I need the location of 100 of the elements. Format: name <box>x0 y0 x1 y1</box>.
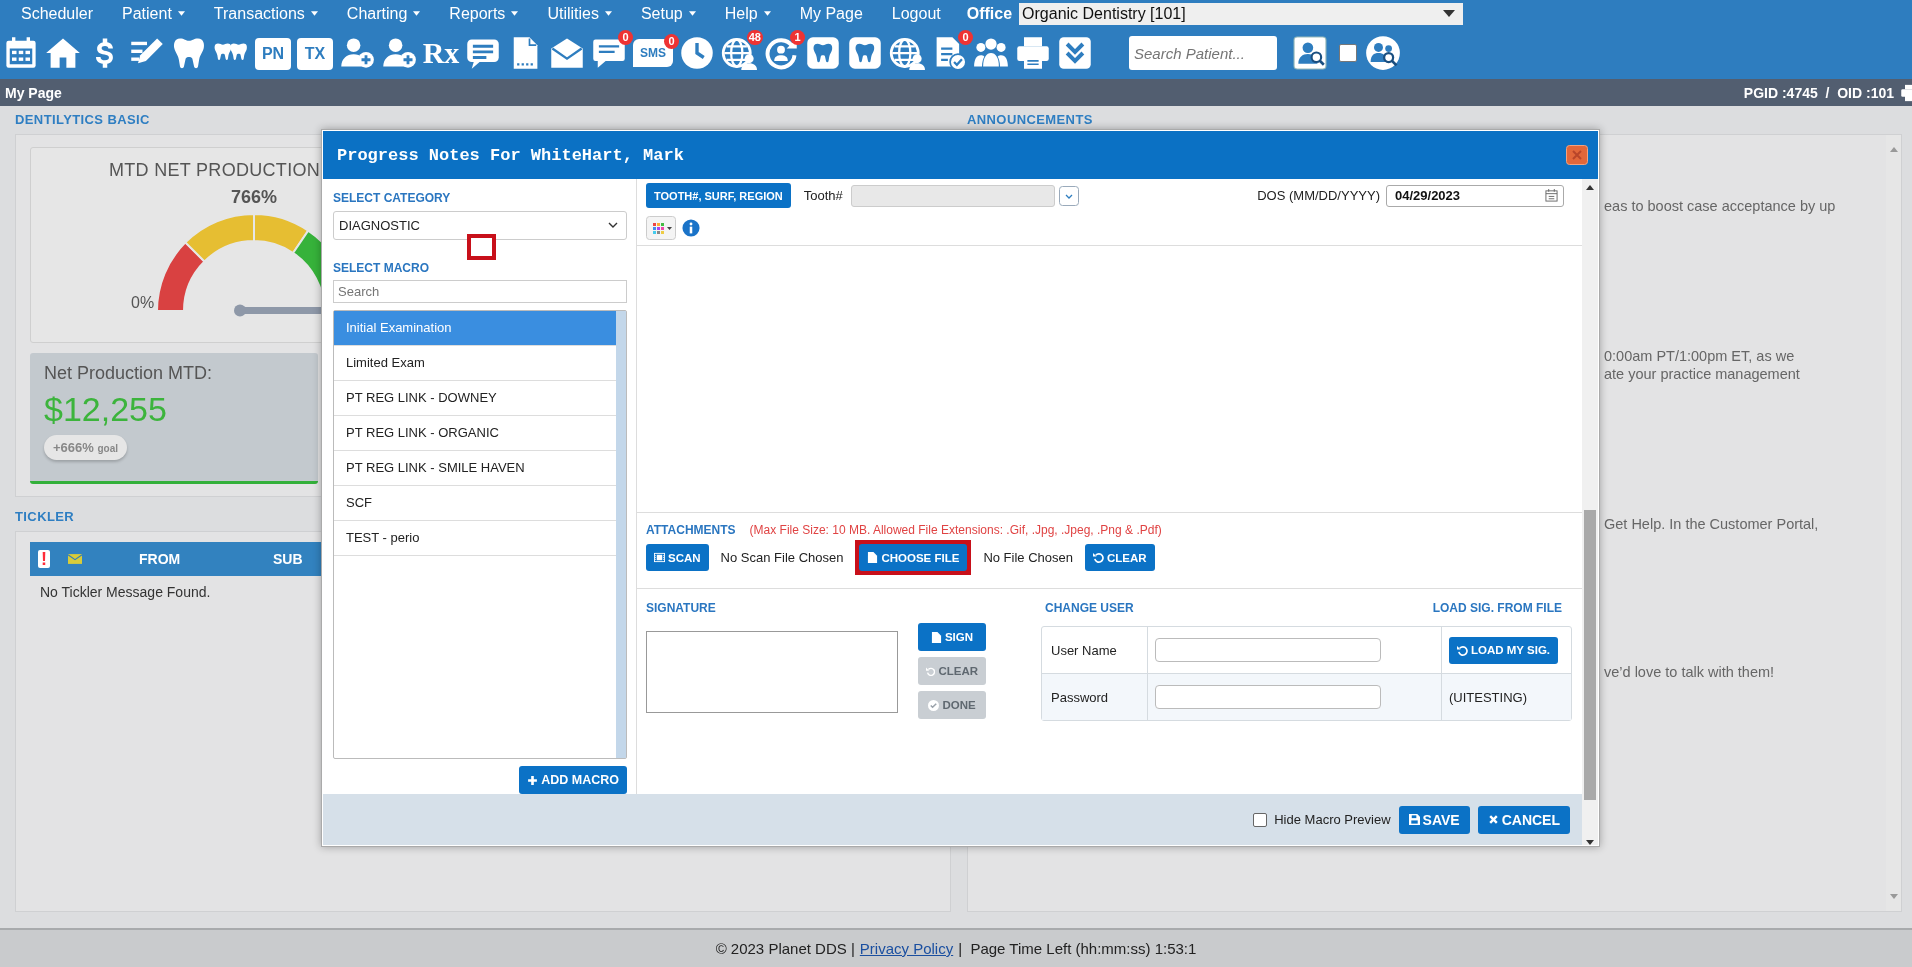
add-macro-button[interactable]: ADD MACRO <box>519 766 627 794</box>
section-heading: ANNOUNCEMENTS <box>967 112 1094 128</box>
menu-item[interactable]: Logout <box>891 4 941 23</box>
menu-item[interactable]: Setup <box>640 4 696 23</box>
scan-button[interactable]: SCAN <box>646 544 709 571</box>
scroll-up-icon[interactable] <box>1586 185 1594 190</box>
film-icon <box>654 552 665 563</box>
undo-icon <box>1457 644 1468 656</box>
caret-icon <box>511 11 519 16</box>
save-button[interactable]: SAVE <box>1398 805 1470 834</box>
letter-tile-icon[interactable]: TX <box>297 38 333 70</box>
refresh-icon[interactable] <box>763 35 799 71</box>
menu-item[interactable]: Charting <box>346 4 421 23</box>
section-label: SIGNATURE <box>646 601 717 615</box>
add-user-icon[interactable] <box>381 35 417 71</box>
printer-icon[interactable] <box>1015 35 1051 71</box>
info-icon[interactable] <box>682 219 700 237</box>
menu-item[interactable]: Patient <box>122 4 185 23</box>
input-field[interactable] <box>1155 685 1381 709</box>
attachment-note: (Max File Size: 10 MB. Allowed File Extensions: .Gif, .Jpg, .Jpeg, .Png & .Pdf) <box>749 523 1162 537</box>
dialog-title: Progress Notes For WhiteHart, Mark <box>337 145 684 165</box>
search-field[interactable]: Search <box>333 279 627 303</box>
caret-icon <box>688 11 696 16</box>
color-picker-button[interactable] <box>646 216 676 240</box>
tooth-field[interactable] <box>850 184 1055 207</box>
menu-item[interactable]: Help <box>724 4 771 23</box>
user-search-icon[interactable] <box>1293 36 1327 70</box>
signature-pad[interactable] <box>646 631 898 713</box>
announcement-text: 0:00am PT/1:00pm ET, as we ate your practice management <box>1604 347 1801 383</box>
gauge-label: 0% <box>131 294 155 311</box>
chevron-down-icon[interactable] <box>1057 35 1093 71</box>
calendar-icon[interactable] <box>3 35 39 71</box>
file-icon <box>867 552 879 563</box>
field-label: User Name <box>1051 642 1117 658</box>
caret-icon <box>604 11 612 16</box>
scroll-down-icon[interactable] <box>1586 840 1594 845</box>
menu-item[interactable]: My Page <box>799 4 863 23</box>
date-field[interactable]: 04/29/2023 <box>1386 184 1564 207</box>
scrollbar-thumb[interactable] <box>1584 510 1596 800</box>
column-header: SUB <box>272 551 303 567</box>
choose-file-button[interactable]: CHOOSE FILE <box>859 544 968 571</box>
group-search-icon[interactable] <box>1365 35 1401 71</box>
scrollbar[interactable] <box>616 310 626 759</box>
caret-icon <box>310 11 318 16</box>
input-field[interactable] <box>1155 638 1381 662</box>
metric-label: Net Production MTD: <box>44 363 214 385</box>
menu-item[interactable]: Reports <box>449 4 519 23</box>
menu-item[interactable]: Transactions <box>213 4 318 23</box>
load-signature-button[interactable]: LOAD MY SIG. <box>1449 636 1559 664</box>
office-label: Office <box>966 4 1013 23</box>
tooth-icon[interactable] <box>847 35 883 71</box>
macro-item[interactable]: Initial Examination <box>334 310 616 346</box>
sign-button[interactable]: SIGN <box>918 623 986 651</box>
close-icon[interactable] <box>1566 145 1588 165</box>
globe-icon[interactable] <box>889 35 925 71</box>
page-title: My Page <box>5 84 62 101</box>
caret-icon <box>763 11 771 16</box>
menu-item[interactable]: Utilities <box>547 4 612 23</box>
field-label: Password <box>1051 689 1109 705</box>
cancel-button[interactable]: CANCEL <box>1477 805 1570 834</box>
patient-search-field[interactable]: Search Patient... <box>1129 36 1277 70</box>
section-label: CHANGE USER <box>1045 601 1134 615</box>
category-select[interactable]: DIAGNOSTIC <box>333 211 627 240</box>
announcement-text: Get Help. In the Customer Portal, <box>1604 515 1820 533</box>
field-label: SELECT MACRO <box>333 260 430 275</box>
metric-value: $12,255 <box>44 390 168 430</box>
count-badge: 48 <box>746 30 763 45</box>
dropdown-button[interactable] <box>1058 185 1079 206</box>
clear-button[interactable]: CLEAR <box>1085 544 1155 571</box>
field-label: Tooth# <box>803 188 843 203</box>
checkbox-label: Hide Macro Preview <box>1274 812 1391 827</box>
section-heading: TICKLER <box>15 509 76 525</box>
caret-icon <box>177 11 185 16</box>
announcement-text: ve’d love to talk with them! <box>1604 663 1776 681</box>
calendar-icon[interactable] <box>1545 189 1558 202</box>
checkbox[interactable] <box>1339 44 1357 62</box>
check-icon <box>928 699 940 711</box>
prescription-icon[interactable]: Rx <box>423 35 459 71</box>
letter-tile-icon[interactable]: PN <box>255 38 291 70</box>
tooth-icon[interactable] <box>171 35 207 71</box>
scrollbar[interactable] <box>1582 179 1598 845</box>
checkbox[interactable] <box>1253 812 1268 827</box>
announcement-text: eas to boost case acceptance by up <box>1604 197 1837 215</box>
add-user-icon[interactable] <box>339 35 375 71</box>
caret-icon <box>413 11 421 16</box>
copyright-text: © 2023 Planet DDS | <box>715 940 855 957</box>
menu-item[interactable]: Scheduler <box>21 4 94 23</box>
section-heading: DENTILYTICS BASIC <box>15 112 151 128</box>
count-badge: 0 <box>664 34 679 49</box>
caret-icon <box>1443 10 1456 17</box>
tooth-region-button[interactable]: TOOTH#, SURF, REGION <box>646 183 791 208</box>
office-select[interactable]: Organic Dentistry [101] <box>1019 2 1464 25</box>
privacy-link[interactable]: Privacy Policy <box>859 940 954 957</box>
office-ids: PGID :4745 / OID :101 <box>1743 84 1894 101</box>
clock-icon[interactable] <box>679 35 715 71</box>
tooth-icon[interactable] <box>805 35 841 71</box>
count-badge: 0 <box>618 30 633 45</box>
field-label: DOS (MM/DD/YYYY) <box>1257 188 1380 203</box>
load-signature-link[interactable]: LOAD SIG. FROM FILE <box>1432 601 1562 615</box>
status-text: No File Chosen <box>983 550 1073 565</box>
